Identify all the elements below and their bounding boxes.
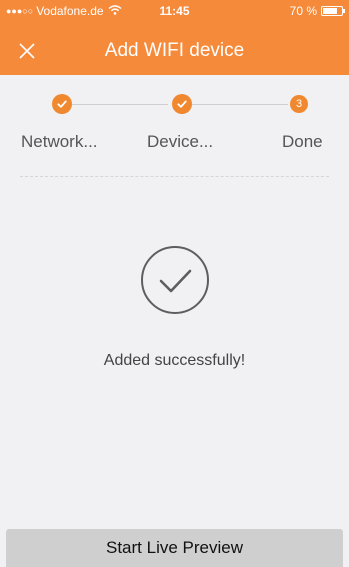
start-live-preview-button[interactable]: Start Live Preview	[6, 529, 343, 567]
checkmark-icon	[57, 100, 67, 108]
step-3-label: Done	[282, 132, 323, 151]
status-right: 70 %	[289, 4, 345, 18]
divider	[20, 176, 329, 177]
stepper-connector	[192, 104, 288, 105]
app-header: ●●●○○ Vodafone.de 11:45 70 % Add WIFI de…	[0, 0, 349, 75]
step-3-indicator: 3	[290, 95, 308, 113]
status-bar: ●●●○○ Vodafone.de 11:45 70 %	[0, 0, 349, 20]
step-1-indicator	[52, 94, 72, 114]
stepper-connector	[72, 104, 168, 105]
step-2-label: Device...	[147, 132, 214, 151]
battery-percentage: 70 %	[289, 4, 317, 18]
step-1-label: Network...	[21, 132, 98, 151]
success-message: Added successfully!	[103, 352, 246, 369]
check-circle-icon	[139, 244, 211, 316]
page-title: Add WIFI device	[104, 40, 245, 61]
checkmark-icon	[177, 100, 187, 108]
step-2-indicator	[172, 94, 192, 114]
battery-icon	[321, 6, 345, 16]
